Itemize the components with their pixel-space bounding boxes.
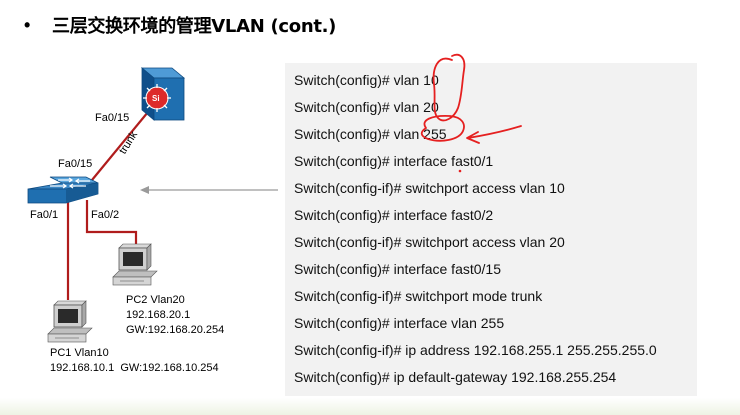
- annotation-dot: [458, 169, 462, 173]
- annotation-circle-vlans: [432, 53, 466, 122]
- handwritten-annotations: [420, 53, 522, 173]
- slide-footer-band: [0, 398, 740, 415]
- annotation-arrow: [466, 125, 522, 144]
